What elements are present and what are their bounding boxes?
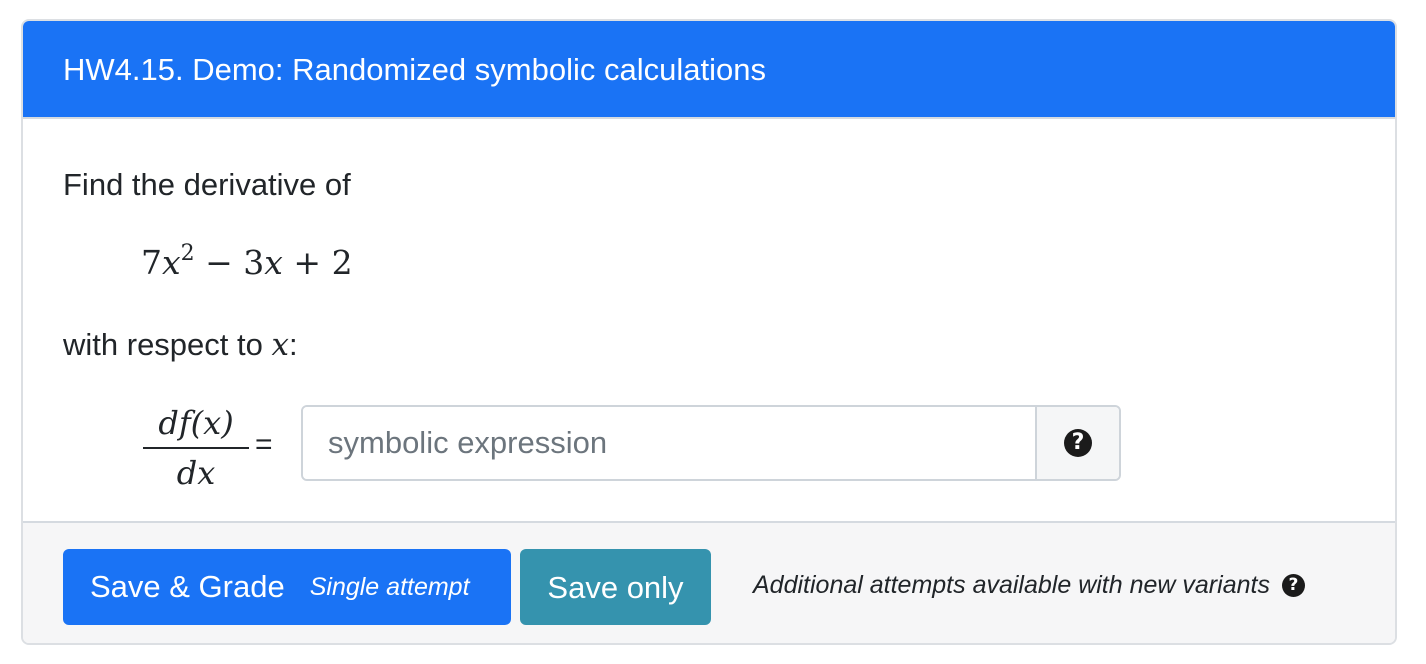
answer-input-group: ? bbox=[301, 405, 1121, 481]
equals-sign: = bbox=[255, 428, 273, 461]
math-expression: 7x2 − 3x + 2 bbox=[141, 241, 353, 283]
expr-var: x bbox=[162, 243, 181, 282]
question-circle-icon: ? bbox=[1064, 429, 1092, 457]
expr-op1: − bbox=[205, 243, 233, 282]
fraction-denominator: dx bbox=[176, 454, 216, 492]
expr-coef1: 7 bbox=[141, 243, 162, 282]
save-grade-button[interactable]: Save & Grade Single attempt bbox=[63, 549, 511, 625]
card-footer: Save & Grade Single attempt Save only Ad… bbox=[23, 521, 1395, 643]
expr-var2: x bbox=[264, 243, 283, 282]
attempts-text: Additional attempts available with new v… bbox=[753, 571, 1270, 599]
question-card: HW4.15. Demo: Randomized symbolic calcul… bbox=[21, 19, 1397, 645]
attempts-note: Additional attempts available with new v… bbox=[753, 571, 1305, 600]
respect-var: x bbox=[271, 327, 289, 363]
input-help-button[interactable]: ? bbox=[1035, 407, 1119, 479]
question-body: Find the derivative of 7x2 − 3x + 2 with… bbox=[23, 119, 1395, 523]
respect-suffix: : bbox=[288, 327, 298, 362]
fraction-numerator: df(x) bbox=[158, 404, 234, 442]
expr-power: 2 bbox=[180, 241, 195, 266]
derivative-fraction: df(x) dx bbox=[143, 401, 249, 495]
expr-coef2: 3 bbox=[243, 243, 265, 282]
save-only-button[interactable]: Save only bbox=[520, 549, 711, 625]
question-circle-icon[interactable]: ? bbox=[1281, 574, 1305, 597]
symbolic-expression-input[interactable] bbox=[303, 407, 1035, 479]
question-prompt: Find the derivative of bbox=[63, 167, 351, 202]
question-title: HW4.15. Demo: Randomized symbolic calcul… bbox=[23, 21, 1395, 119]
expr-op2: + bbox=[293, 243, 322, 282]
respect-line: with respect to x: bbox=[63, 327, 298, 363]
fraction-bar bbox=[143, 447, 249, 449]
respect-text: with respect to bbox=[63, 327, 263, 362]
expr-const: 2 bbox=[331, 243, 353, 282]
save-grade-label: Save & Grade bbox=[90, 569, 285, 604]
single-attempt-label: Single attempt bbox=[309, 572, 470, 601]
